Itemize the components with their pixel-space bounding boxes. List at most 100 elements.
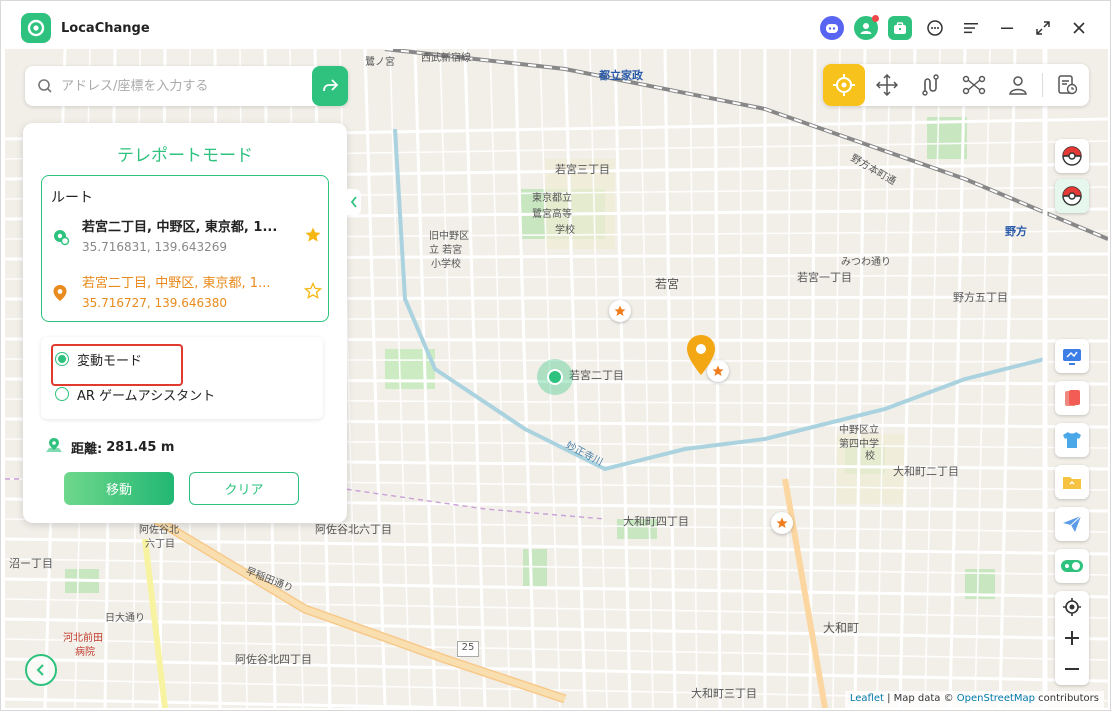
map-label: 校 <box>865 451 875 462</box>
search-input[interactable] <box>61 66 301 106</box>
map-label: 病院 <box>75 647 95 658</box>
move-button[interactable]: 移動 <box>64 472 174 505</box>
cards-icon <box>1065 390 1080 406</box>
discord-icon[interactable] <box>820 16 844 40</box>
person-mode-button[interactable] <box>996 64 1040 106</box>
map-label: 鷺ノ宮 <box>365 57 395 68</box>
distance-row: 距離: 281.45 m <box>45 437 174 457</box>
tshirt-button[interactable] <box>1055 423 1089 457</box>
zoom-in-button[interactable] <box>1055 622 1089 653</box>
route-box: ルート 若宮二丁目, 中野区, 東京都, 1... 35.716831, 139… <box>41 175 329 322</box>
route-label: ルート <box>51 190 93 206</box>
panel-title: テレポートモード <box>117 146 253 166</box>
map-label: 阿佐谷北 <box>139 525 179 536</box>
map-attribution: Leaflet | Map data © OpenStreetMap contr… <box>844 691 1104 708</box>
search-bar <box>25 66 348 106</box>
origin-location-icon <box>52 228 70 250</box>
share-arrow-icon <box>323 79 339 92</box>
plus-icon <box>1065 630 1079 645</box>
destination-address: 若宮二丁目, 中野区, 東京都, 1... <box>82 276 271 291</box>
destination-pin-icon[interactable] <box>685 333 717 381</box>
minus-icon <box>1065 667 1079 670</box>
map-view[interactable]: 若宮三丁目 東京都立 鷺宮高等 学校 旧中野区 立 若宮 小学校 若宮 若宮二丁… <box>5 49 1108 708</box>
back-button[interactable] <box>25 654 57 686</box>
map-label: 学校 <box>555 225 575 236</box>
user-avatar-icon[interactable] <box>854 15 879 40</box>
maximize-icon[interactable] <box>1030 15 1056 41</box>
chat-icon[interactable] <box>922 15 948 41</box>
send-button[interactable] <box>1055 507 1089 541</box>
locate-me-button[interactable] <box>1055 591 1089 622</box>
move-arrows-icon <box>875 74 898 96</box>
map-label: 大和町四丁目 <box>623 515 689 528</box>
locate-icon <box>1063 597 1081 616</box>
map-label: 河北前田 <box>63 633 103 644</box>
favorite-star-outline-icon[interactable] <box>303 281 323 304</box>
destination-coords: 35.716727, 139.646380 <box>82 296 228 310</box>
distance-icon <box>45 437 63 457</box>
history-button[interactable] <box>1045 64 1089 106</box>
map-label: 若宮二丁目 <box>569 369 624 382</box>
map-label: みつわ通り <box>841 257 891 268</box>
origin-coords: 35.716831, 139.643269 <box>82 240 228 254</box>
radio-unselected[interactable] <box>55 387 69 401</box>
attribution-separator: | Map data © <box>883 693 957 704</box>
map-label: 日大通り <box>105 613 145 624</box>
minimize-icon[interactable] <box>994 15 1020 41</box>
notification-dot <box>872 15 879 22</box>
multi-spot-mode-button[interactable] <box>953 64 997 106</box>
pokeball-green-button[interactable] <box>1055 179 1089 213</box>
mode-options: 変動モード AR ゲームアシスタント <box>41 337 323 419</box>
chevron-left-icon <box>350 196 357 208</box>
map-label: 大和町二丁目 <box>893 465 959 478</box>
screen-mirror-button[interactable] <box>1055 339 1089 373</box>
option-variable-mode[interactable]: 変動モード <box>51 344 183 386</box>
current-location-marker <box>537 359 573 395</box>
teleport-mode-button[interactable] <box>823 64 865 106</box>
search-icon <box>37 78 53 98</box>
pokeball-icon <box>1062 186 1082 206</box>
user-pin-icon <box>1009 76 1028 95</box>
route-origin[interactable]: 若宮二丁目, 中野区, 東京都, 1... 35.716831, 139.643… <box>52 216 322 260</box>
highlight-box <box>51 344 183 386</box>
leaflet-link[interactable]: Leaflet <box>850 693 884 704</box>
favorite-star-filled-icon[interactable] <box>304 226 322 248</box>
mode-toolbar <box>823 64 1089 106</box>
map-label: 若宮一丁目 <box>797 271 852 284</box>
menu-icon[interactable] <box>958 15 984 41</box>
attribution-suffix: contributors <box>1035 693 1099 704</box>
tshirt-icon <box>1063 432 1081 448</box>
app-title: LocaChange <box>61 21 150 36</box>
origin-address: 若宮二丁目, 中野区, 東京都, 1... <box>82 220 278 235</box>
option-ar-game-assistant[interactable]: AR ゲームアシスタント <box>55 384 215 404</box>
two-spot-mode-button[interactable] <box>909 64 953 106</box>
toolbar-divider <box>1042 73 1044 97</box>
map-label: 沼ー丁目 <box>9 557 53 570</box>
route-number-badge: 25 <box>457 641 479 657</box>
option-label: AR ゲームアシスタント <box>77 388 216 404</box>
map-label: 若宮三丁目 <box>555 163 610 176</box>
pokeball-button[interactable] <box>1055 139 1089 173</box>
toolbox-icon[interactable] <box>888 16 912 40</box>
cards-button[interactable] <box>1055 381 1089 415</box>
map-label: 鷺宮高等 <box>532 209 572 220</box>
collapse-panel-button[interactable] <box>347 189 361 215</box>
pokeball-icon <box>1062 146 1082 166</box>
close-icon[interactable] <box>1066 15 1092 41</box>
toggle-button[interactable] <box>1055 549 1089 583</box>
distance-label: 距離: <box>71 441 103 457</box>
search-go-button[interactable] <box>312 66 348 106</box>
monitor-icon <box>1063 349 1081 365</box>
poi-star-icon[interactable] <box>771 512 793 534</box>
osm-link[interactable]: OpenStreetMap <box>957 693 1035 704</box>
folder-button[interactable] <box>1055 465 1089 499</box>
zoom-out-button[interactable] <box>1055 653 1089 684</box>
poi-star-icon[interactable] <box>609 300 631 322</box>
title-bar: LocaChange <box>1 1 1110 49</box>
clear-button[interactable]: クリア <box>189 472 299 505</box>
app-logo-icon <box>21 13 51 43</box>
destination-location-icon <box>52 284 68 306</box>
multi-spot-icon <box>963 75 986 95</box>
joystick-mode-button[interactable] <box>865 64 909 106</box>
route-destination[interactable]: 若宮二丁目, 中野区, 東京都, 1... 35.716727, 139.646… <box>52 272 323 316</box>
